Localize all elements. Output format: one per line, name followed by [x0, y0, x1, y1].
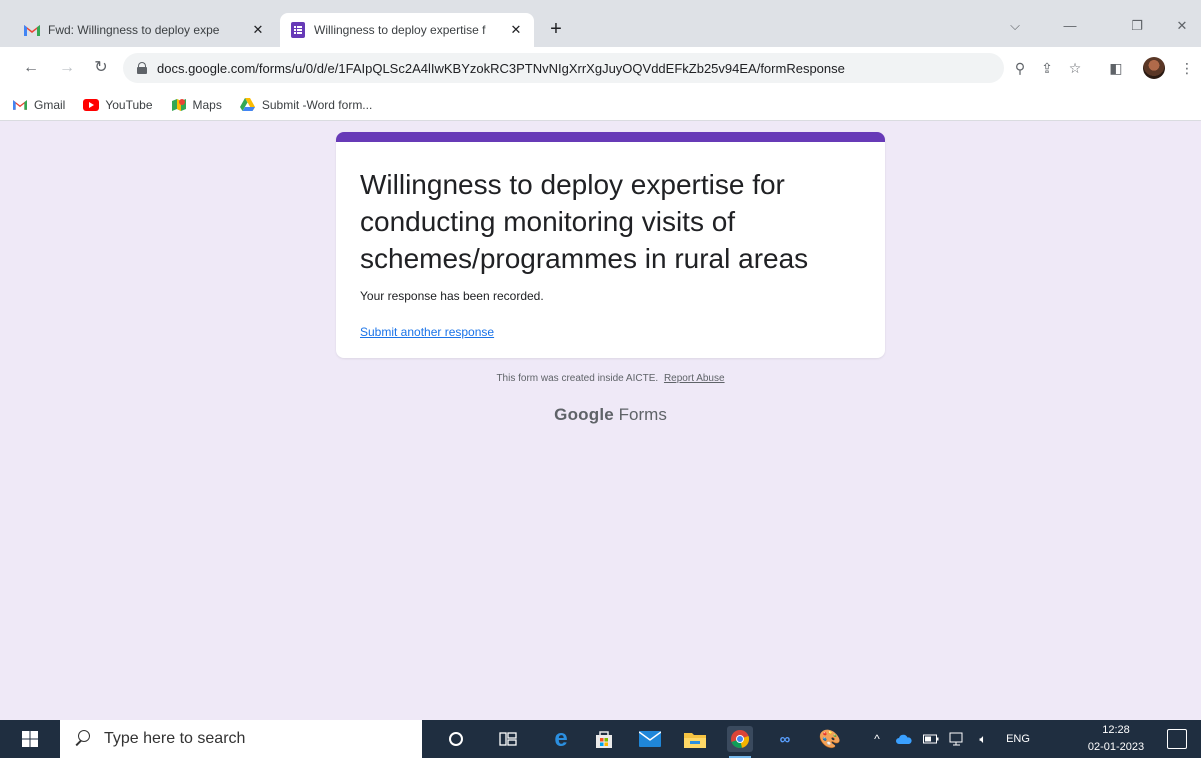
bookmark-youtube[interactable]: YouTube — [83, 97, 153, 112]
minimize-icon[interactable]: — — [1058, 16, 1082, 36]
address-url: docs.google.com/forms/u/0/d/e/1FAIpQLSc2… — [157, 60, 845, 76]
maps-icon — [171, 98, 187, 112]
google-forms-icon — [290, 22, 306, 38]
microsoft-store-icon[interactable] — [591, 726, 617, 752]
taskbar-search-box[interactable]: Type here to search — [60, 720, 422, 758]
profile-avatar[interactable] — [1143, 57, 1165, 79]
menu-kebab-icon[interactable]: ⋮ — [1176, 57, 1198, 79]
close-icon[interactable]: ✕ — [508, 22, 524, 38]
edge-browser-icon[interactable]: e — [548, 725, 574, 752]
chrome-icon[interactable] — [727, 726, 753, 758]
tab-google-form[interactable]: Willingness to deploy expertise f ✕ — [280, 13, 534, 47]
bookmark-label: Submit -Word form... — [261, 97, 373, 112]
new-tab-plus-icon[interactable]: + — [546, 19, 566, 39]
clock-date: 02-01-2023 — [1087, 741, 1145, 753]
bookmark-submit-word-form[interactable]: Submit -Word form... — [240, 98, 372, 112]
onedrive-cloud-icon[interactable] — [893, 720, 915, 758]
system-clock[interactable]: 12:28 02-01-2023 — [1078, 722, 1154, 756]
clock-time: 12:28 — [1102, 724, 1130, 736]
forward-arrow-icon[interactable]: → — [56, 57, 78, 79]
task-view-icon[interactable] — [495, 726, 521, 752]
reload-icon[interactable]: ↻ — [90, 57, 112, 79]
search-icon — [74, 730, 92, 748]
gmail-icon — [24, 22, 40, 38]
browser-toolbar: ← → ↻ docs.google.com/forms/u/0/d/e/1FAI… — [0, 47, 1201, 89]
share-icon[interactable]: ⇪ — [1036, 57, 1058, 79]
search-placeholder: Type here to search — [104, 730, 246, 747]
file-explorer-icon[interactable] — [682, 726, 708, 752]
side-panel-icon[interactable]: ◧ — [1105, 57, 1127, 79]
cortana-icon[interactable] — [443, 726, 469, 752]
forms-wordmark: Forms — [618, 405, 667, 424]
response-recorded-message: Your response has been recorded. — [360, 289, 544, 303]
submit-another-response-link[interactable]: Submit another response — [360, 325, 494, 339]
google-forms-logo[interactable]: Google Forms — [336, 405, 885, 425]
volume-icon[interactable]: 🔈︎ — [972, 720, 994, 758]
zoom-icon[interactable]: ⚲ — [1009, 57, 1031, 79]
bookmark-gmail[interactable]: Gmail — [12, 98, 65, 112]
bookmarks-bar: Gmail YouTube Maps Submit -Word form... — [0, 89, 1201, 121]
created-inside-text: This form was created inside AICTE. — [496, 373, 659, 384]
battery-icon[interactable] — [920, 720, 942, 758]
windows-taskbar: Type here to search e ∞ 🎨 ^ 🔈︎ ENG 12:28… — [0, 720, 1201, 758]
tab-title: Fwd: Willingness to deploy expe — [48, 23, 220, 37]
restore-icon[interactable]: ❐ — [1125, 16, 1149, 36]
tab-gmail[interactable]: Fwd: Willingness to deploy expe ✕ — [14, 13, 276, 47]
back-arrow-icon[interactable]: ← — [20, 57, 42, 79]
google-wordmark: Google — [554, 405, 614, 424]
response-card: Willingness to deploy expertise for cond… — [336, 132, 885, 358]
windows-start-icon[interactable] — [0, 720, 60, 758]
tab-title: Willingness to deploy expertise f — [314, 23, 486, 37]
bookmark-label: Gmail — [34, 97, 66, 112]
youtube-icon — [83, 98, 100, 112]
google-drive-icon — [240, 98, 256, 112]
address-bar[interactable]: docs.google.com/forms/u/0/d/e/1FAIpQLSc2… — [123, 53, 1004, 83]
bookmark-maps[interactable]: Maps — [171, 98, 222, 112]
gmail-icon — [12, 98, 28, 112]
bookmark-label: Maps — [192, 97, 222, 112]
bookmark-star-icon[interactable]: ☆ — [1064, 57, 1086, 79]
show-hidden-icons-chevron-icon[interactable]: ^ — [866, 720, 888, 758]
webex-icon[interactable]: ∞ — [772, 726, 798, 752]
language-indicator[interactable]: ENG — [1000, 720, 1036, 758]
bookmark-label: YouTube — [105, 97, 153, 112]
close-icon[interactable]: ✕ — [250, 22, 266, 38]
tab-search-chevron-icon[interactable]: ⌵ — [1003, 16, 1027, 36]
mail-icon[interactable] — [637, 726, 663, 752]
lock-icon[interactable] — [137, 62, 147, 74]
form-footer-note: This form was created inside AICTE. Repo… — [336, 373, 885, 384]
action-center-notification-icon[interactable] — [1167, 729, 1187, 749]
network-icon[interactable] — [946, 720, 968, 758]
form-title: Willingness to deploy expertise for cond… — [360, 169, 809, 274]
window-close-icon[interactable]: ✕ — [1170, 16, 1194, 36]
paint-icon[interactable]: 🎨 — [817, 726, 843, 752]
tab-strip: Fwd: Willingness to deploy expe ✕ Willin… — [0, 0, 1201, 47]
report-abuse-link[interactable]: Report Abuse — [664, 373, 725, 384]
